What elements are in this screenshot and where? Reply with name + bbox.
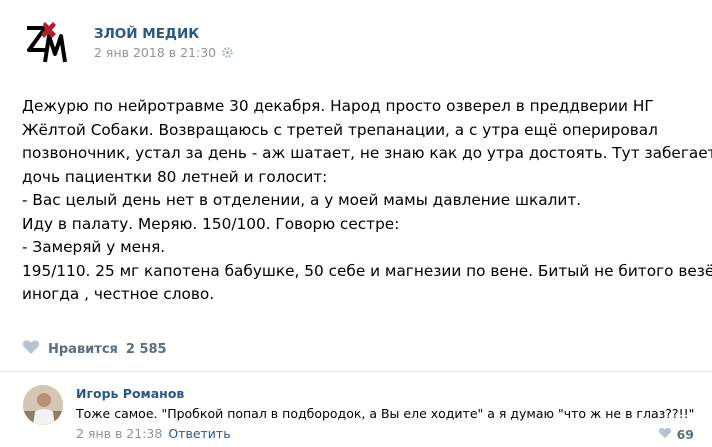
comment-like-count: 69	[676, 427, 694, 442]
avatar[interactable]	[23, 385, 63, 425]
comment-author[interactable]: Игорь Романов	[76, 386, 184, 401]
post-text-line: - Вас целый день нет в отделении, а у мо…	[22, 191, 582, 209]
post-text-line: позвоночник, устал за день - аж шатает, …	[22, 144, 712, 162]
gear-icon[interactable]	[221, 46, 234, 59]
community-logo-icon[interactable]	[23, 20, 73, 70]
divider	[0, 371, 712, 372]
like-count: 2 585	[125, 341, 167, 357]
post-text-line: Жёлтой Собаки. Возвращаюсь с третей треп…	[22, 120, 658, 139]
post-date: 2 янв 2018 в 21:30	[94, 45, 234, 60]
heart-icon	[658, 427, 672, 442]
post-text-line: Иду в палату. Меряю. 150/100. Говорю сес…	[22, 214, 400, 233]
community-name[interactable]: ЗЛОЙ МЕДИК	[94, 26, 199, 42]
post-text-line: - Замеряй у меня.	[22, 238, 166, 256]
comment-text: Тоже самое. "Пробкой попал в подбородок,…	[76, 406, 695, 421]
post-date-text[interactable]: 2 янв 2018 в 21:30	[94, 45, 216, 60]
post-text-line: 195/110. 25 мг капотена бабушке, 50 себе…	[22, 261, 712, 280]
post-text-line: дочь пациентки 80 летней и голосит:	[22, 167, 328, 186]
post-text-line: иногда , честное слово.	[22, 285, 215, 303]
post-header: ЗЛОЙ МЕДИК 2 янв 2018 в 21:30	[0, 0, 712, 80]
comment-meta: 2 янв в 21:38 Ответить	[76, 426, 231, 441]
post-text-line: Дежурю по нейротравме 30 декабря. Народ …	[22, 97, 654, 115]
like-button[interactable]: Нравится 2 585	[22, 339, 167, 359]
heart-icon	[22, 339, 40, 359]
post-text: Дежурю по нейротравме 30 декабря. Народ …	[22, 95, 712, 307]
comment-date[interactable]: 2 янв в 21:38	[76, 426, 162, 441]
comment-like-button[interactable]: 69	[658, 427, 694, 442]
reply-button[interactable]: Ответить	[168, 426, 230, 441]
like-label: Нравится	[48, 341, 118, 357]
